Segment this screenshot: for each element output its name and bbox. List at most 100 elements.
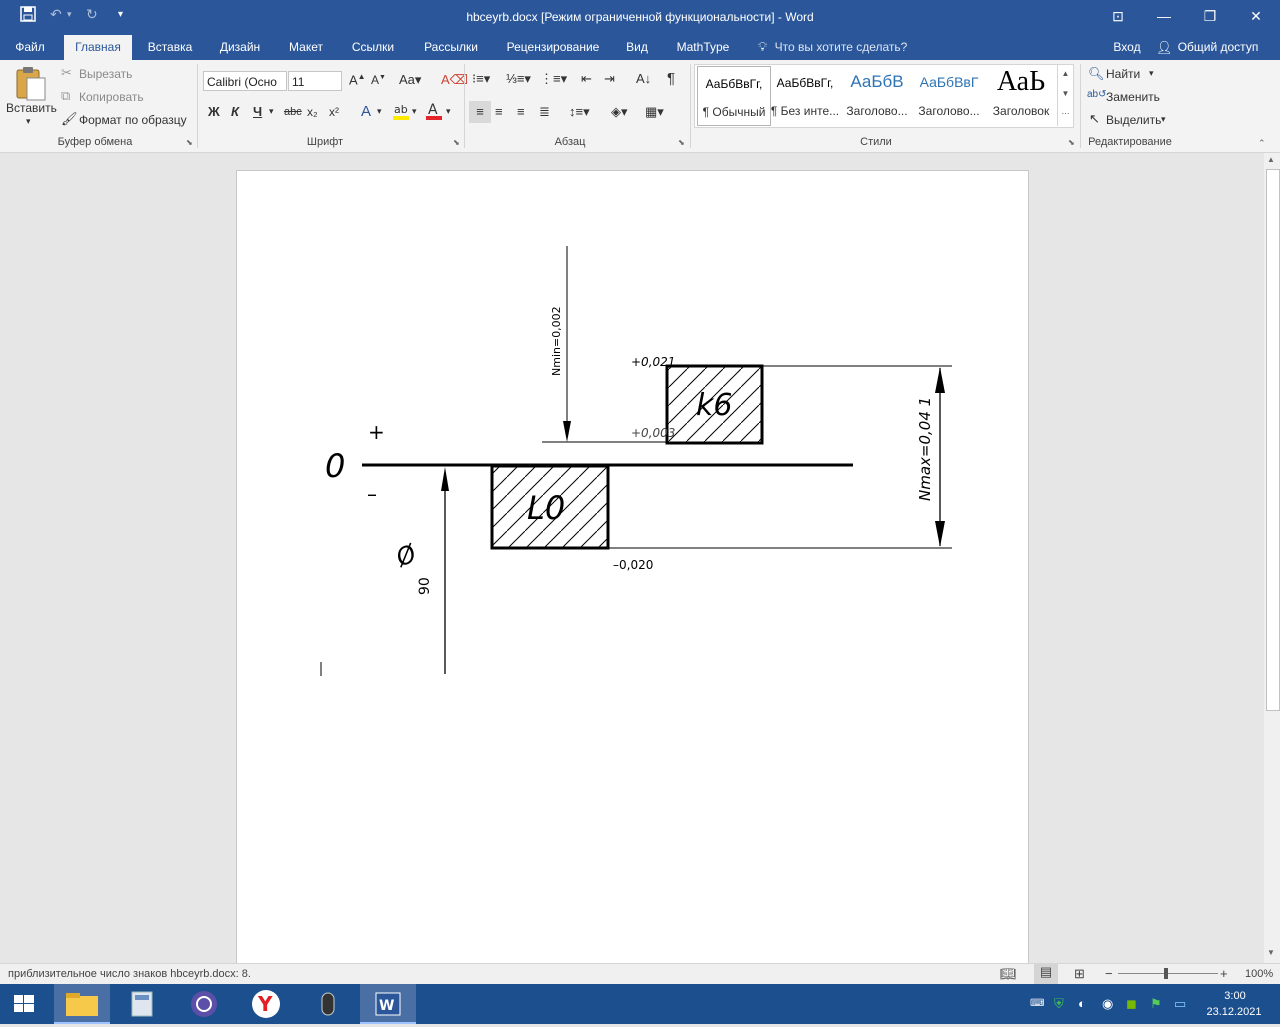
font-family-select[interactable]: Calibri (Осно [203, 71, 287, 91]
print-layout-icon[interactable]: ▤ [1034, 964, 1058, 984]
collapse-ribbon-icon[interactable]: ⌃ [1258, 138, 1266, 149]
sort-icon[interactable]: A↓ [636, 71, 651, 86]
minimize-button[interactable]: — [1141, 0, 1187, 32]
zoom-slider[interactable] [1118, 973, 1218, 974]
media-tray-icon[interactable]: ◉ [1102, 996, 1113, 1012]
keyboard-icon[interactable]: ⌨ [1030, 998, 1044, 1009]
nvidia-icon[interactable]: ◼ [1126, 996, 1137, 1012]
document-page[interactable]: 0 + – k6 L0 +0,021 +0,003 –0,020 Nmin=0,… [236, 170, 1029, 972]
tab-mailings[interactable]: Рассылки [415, 35, 487, 60]
zoom-level[interactable]: 100% [1245, 968, 1273, 980]
browser-tray-icon[interactable]: ◐ [1078, 996, 1086, 1011]
tab-insert[interactable]: Вставка [140, 35, 200, 60]
paste-button[interactable]: Вставить [6, 101, 57, 115]
tab-references[interactable]: Ссылки [343, 35, 403, 60]
justify-icon[interactable]: ≣ [539, 104, 550, 120]
clock-time[interactable]: 3:00 [1205, 990, 1265, 1002]
dialog-launcher-icon[interactable]: ⬊ [1068, 138, 1075, 147]
zoom-in-icon[interactable]: + [1220, 966, 1228, 981]
monitor-icon[interactable]: ▭ [1174, 996, 1186, 1012]
strikethrough-button[interactable]: abc [284, 106, 302, 118]
sign-in-link[interactable]: Вход [1106, 35, 1148, 60]
start-button[interactable] [0, 984, 48, 1024]
select-dropdown-icon[interactable]: ▾ [1161, 114, 1166, 125]
font-color-dropdown-icon[interactable]: ▾ [446, 106, 451, 117]
dialog-launcher-icon[interactable]: ⬊ [678, 138, 685, 147]
align-left-icon[interactable]: ≡ [469, 101, 491, 123]
zoom-out-icon[interactable]: − [1105, 966, 1113, 981]
align-center-icon[interactable]: ≡ [495, 104, 503, 119]
replace-button[interactable]: Заменить [1106, 90, 1160, 104]
ribbon-display-options-icon[interactable]: ⊡ [1095, 0, 1141, 32]
show-formatting-icon[interactable]: ¶ [667, 70, 675, 87]
style-heading-1[interactable]: АаБбВ Заголово... [841, 66, 913, 124]
paste-icon[interactable] [14, 66, 48, 102]
font-size-select[interactable]: 11 [288, 71, 342, 91]
tab-file[interactable]: Файл [0, 35, 60, 60]
bullets-icon[interactable]: ⁝≡▾ [472, 71, 490, 87]
text-effects-icon[interactable]: A [361, 103, 371, 120]
style-heading-2[interactable]: АаБбВвГ Заголово... [913, 66, 985, 124]
grow-font-icon[interactable]: A▲ [349, 72, 366, 87]
shield-icon[interactable]: ⛨ [1054, 996, 1064, 1012]
subscript-button[interactable]: x₂ [307, 105, 318, 119]
change-case-icon[interactable]: Aa▾ [399, 72, 421, 88]
text-effects-dropdown-icon[interactable]: ▾ [377, 106, 382, 117]
tab-layout[interactable]: Макет [280, 35, 332, 60]
superscript-button[interactable]: x² [329, 105, 339, 119]
tab-home[interactable]: Главная [64, 35, 132, 60]
paste-dropdown-icon[interactable]: ▾ [26, 116, 31, 127]
highlight-dropdown-icon[interactable]: ▾ [412, 106, 417, 117]
browser-icon[interactable] [176, 984, 232, 1024]
scroll-thumb[interactable] [1266, 169, 1280, 711]
shrink-font-icon[interactable]: A▼ [371, 73, 386, 87]
yandex-browser-icon[interactable]: Y [238, 984, 294, 1024]
tab-design[interactable]: Дизайн [210, 35, 270, 60]
close-button[interactable]: ✕ [1233, 0, 1279, 32]
cut-button[interactable]: Вырезать [79, 67, 132, 81]
highlight-icon[interactable]: ab [392, 101, 410, 124]
format-painter-button[interactable]: Формат по образцу [79, 113, 187, 127]
dialog-launcher-icon[interactable]: ⬊ [186, 138, 193, 147]
tab-review[interactable]: Рецензирование [498, 35, 608, 60]
word-count-status[interactable]: приблизительное число знаков hbceyrb.doc… [8, 968, 251, 980]
italic-button[interactable]: К [231, 104, 239, 119]
style-normal[interactable]: АаБбВвГг, ¶ Обычный [697, 66, 771, 126]
zoom-slider-thumb[interactable] [1164, 968, 1168, 979]
font-color-icon[interactable]: A [425, 101, 443, 124]
borders-icon[interactable]: ▦▾ [645, 104, 664, 120]
word-app-icon[interactable]: W [360, 984, 416, 1024]
shading-icon[interactable]: ◈▾ [611, 104, 628, 120]
style-title[interactable]: АаЬ Заголовок [985, 66, 1057, 124]
clock-date[interactable]: 23.12.2021 [1198, 1006, 1270, 1018]
underline-button[interactable]: Ч [253, 104, 262, 119]
numbering-icon[interactable]: ⅓≡▾ [506, 71, 531, 87]
restore-button[interactable]: ❐ [1187, 0, 1233, 32]
tab-view[interactable]: Вид [618, 35, 656, 60]
calculator-icon[interactable] [114, 984, 170, 1024]
bold-button[interactable]: Ж [208, 104, 220, 119]
decrease-indent-icon[interactable]: ⇤ [581, 71, 592, 87]
find-button[interactable]: Найти [1106, 67, 1140, 81]
find-dropdown-icon[interactable]: ▾ [1149, 68, 1154, 79]
underline-dropdown-icon[interactable]: ▾ [269, 106, 274, 117]
share-button[interactable]: Общий доступ [1172, 35, 1264, 60]
line-spacing-icon[interactable]: ↕≡▾ [569, 104, 590, 120]
increase-indent-icon[interactable]: ⇥ [604, 71, 615, 87]
web-layout-icon[interactable]: ⊞ [1074, 966, 1085, 982]
style-no-spacing[interactable]: АаБбВвГг, ¶ Без инте... [769, 66, 841, 124]
tell-me-search[interactable]: Что вы хотите сделать? [774, 35, 908, 60]
vertical-scrollbar[interactable]: ▲ ▼ [1264, 153, 1280, 963]
dialog-launcher-icon[interactable]: ⬊ [453, 138, 460, 147]
read-mode-icon[interactable]: 📖︎ [1000, 966, 1017, 982]
copy-button[interactable]: Копировать [79, 90, 144, 104]
tab-mathtype[interactable]: MathType [666, 35, 740, 60]
multilevel-list-icon[interactable]: ⋮≡▾ [540, 71, 567, 87]
styles-scroll[interactable]: ▲ ▼ ⋯ [1057, 64, 1073, 126]
scroll-down-icon[interactable]: ▼ [1267, 948, 1275, 957]
align-right-icon[interactable]: ≡ [517, 104, 525, 119]
scroll-up-icon[interactable]: ▲ [1267, 155, 1275, 164]
file-explorer-icon[interactable] [54, 984, 110, 1024]
select-button[interactable]: Выделить [1106, 113, 1161, 127]
flag-icon[interactable]: ⚑ [1150, 996, 1162, 1012]
